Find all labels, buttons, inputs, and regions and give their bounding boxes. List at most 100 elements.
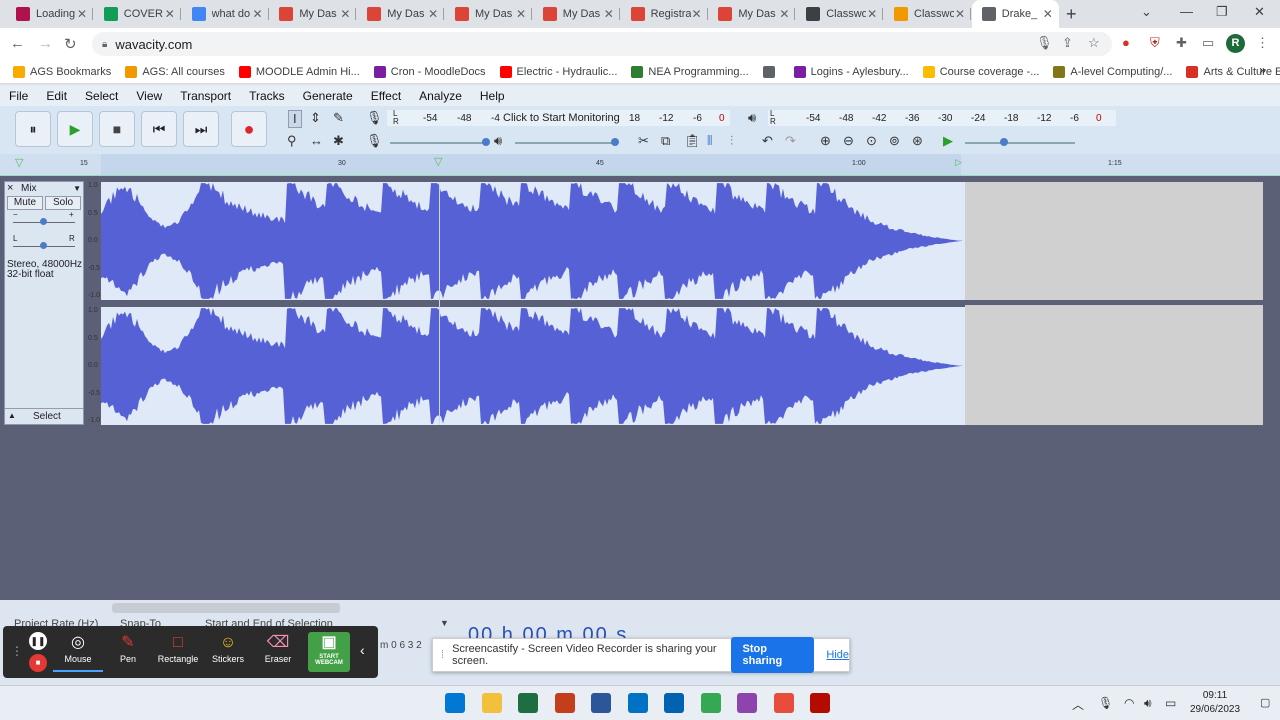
skip-to-end-button[interactable]: ⏭ bbox=[183, 111, 219, 147]
menu-select[interactable]: Select bbox=[76, 89, 127, 103]
recording-volume-slider[interactable] bbox=[390, 142, 485, 144]
stop-recording-icon[interactable]: ■ bbox=[29, 654, 47, 672]
extension-shield-icon[interactable]: ⛨ bbox=[1150, 35, 1160, 51]
silence-icon[interactable]: ⫶ bbox=[730, 133, 733, 149]
menu-generate[interactable]: Generate bbox=[294, 89, 362, 103]
share-icon[interactable]: ⇪ bbox=[1062, 35, 1073, 51]
track-name[interactable]: Mix bbox=[21, 183, 37, 194]
microphone-tray-icon[interactable]: 🎙︎ bbox=[1098, 696, 1113, 710]
close-tab-icon[interactable]: ✕ bbox=[867, 7, 877, 21]
tab[interactable]: Classwo ✕ bbox=[884, 0, 971, 28]
draw-tool-icon[interactable]: ✎ bbox=[333, 110, 344, 126]
close-tab-icon[interactable]: ✕ bbox=[604, 7, 614, 21]
forward-icon[interactable]: → bbox=[38, 35, 53, 52]
tab[interactable]: Classwo ✕ bbox=[796, 0, 884, 28]
mute-button[interactable]: Mute bbox=[7, 196, 43, 210]
tab[interactable]: Loading ✕ bbox=[6, 0, 93, 28]
extensions-icon[interactable]: ✚ bbox=[1176, 35, 1187, 51]
select-track-button[interactable]: ▲ Select bbox=[5, 408, 83, 424]
bookmarks-more-icon[interactable]: » bbox=[1259, 63, 1266, 77]
bookmark-item[interactable]: AGS Bookmarks bbox=[6, 65, 118, 78]
extension-red-icon[interactable]: ● bbox=[1122, 35, 1130, 50]
playhead-marker-icon[interactable]: ▽ bbox=[434, 155, 442, 168]
menu-tracks[interactable]: Tracks bbox=[240, 89, 294, 103]
microphone-icon[interactable]: 🎙︎ bbox=[1036, 35, 1053, 51]
rectangle-tool[interactable]: □ Rectangle bbox=[153, 632, 203, 672]
menu-edit[interactable]: Edit bbox=[37, 89, 76, 103]
maximize-icon[interactable]: ❐ bbox=[1216, 4, 1228, 20]
close-tab-icon[interactable]: ✕ bbox=[692, 7, 702, 21]
paste-icon[interactable]: 📋︎ bbox=[684, 133, 701, 149]
mail-icon[interactable] bbox=[664, 693, 684, 713]
battery-icon[interactable]: ▭ bbox=[1165, 696, 1176, 710]
stop-sharing-button[interactable]: Stop sharing bbox=[730, 637, 815, 673]
play-meter[interactable]: LR -54 -48 -42 -36 -30 -24 -18 -12 -6 0 bbox=[768, 110, 1116, 126]
menu-transport[interactable]: Transport bbox=[171, 89, 240, 103]
envelope-tool-icon[interactable]: ⇕ bbox=[310, 110, 321, 126]
menu-file[interactable]: File bbox=[0, 89, 37, 103]
outlook-icon[interactable] bbox=[627, 693, 648, 713]
close-tab-icon[interactable]: ✕ bbox=[1043, 7, 1053, 21]
zoom-tool-icon[interactable]: ⚲ bbox=[287, 133, 297, 149]
acrobat-icon[interactable] bbox=[810, 693, 830, 713]
star-icon[interactable]: ☆ bbox=[1088, 35, 1100, 51]
address-bar[interactable]: 🔒︎ wavacity.com bbox=[92, 32, 1112, 56]
chrome-icon[interactable] bbox=[700, 693, 721, 713]
app-purple-icon[interactable] bbox=[737, 693, 757, 713]
close-tab-icon[interactable]: ✕ bbox=[516, 7, 526, 21]
collapse-track-icon[interactable]: ▲ bbox=[8, 411, 16, 420]
pinned-play-head-icon[interactable]: ▽ bbox=[15, 156, 23, 169]
wifi-icon[interactable]: ◠ bbox=[1124, 696, 1134, 710]
tab-search-icon[interactable]: ⌄ bbox=[1141, 4, 1152, 20]
tab[interactable]: My Das ✕ bbox=[708, 0, 796, 28]
gain-knob[interactable] bbox=[40, 218, 47, 225]
tab[interactable]: My Das ✕ bbox=[269, 0, 357, 28]
record-meter[interactable]: LR -54 -48 -4 Click to Start Monitoring … bbox=[387, 110, 730, 126]
pan-knob[interactable] bbox=[40, 242, 47, 249]
empty-track-region[interactable] bbox=[965, 182, 1263, 425]
play-speed-slider[interactable] bbox=[965, 142, 1075, 144]
reload-icon[interactable]: ↻ bbox=[64, 35, 77, 53]
system-clock[interactable]: 09:11 29/06/2023 bbox=[1190, 689, 1240, 717]
bookmark-item[interactable]: NEA Programming... bbox=[624, 65, 755, 78]
bookmark-item[interactable] bbox=[756, 65, 787, 78]
redo-icon[interactable]: ↷ bbox=[785, 133, 796, 149]
record-meter-microphone-icon[interactable]: 🎙︎ bbox=[366, 110, 383, 126]
selection-end-marker[interactable]: ▷ bbox=[955, 157, 962, 168]
menu-effect[interactable]: Effect bbox=[362, 89, 410, 103]
drag-handle-icon[interactable]: ⋮ bbox=[11, 644, 23, 658]
playback-volume-slider[interactable] bbox=[515, 142, 615, 144]
pause-recording-icon[interactable]: ❚❚ bbox=[29, 632, 47, 650]
undo-icon[interactable]: ↶ bbox=[762, 133, 773, 149]
bookmark-item[interactable]: Course coverage -... bbox=[916, 65, 1047, 78]
eraser-tool[interactable]: ⌫ Eraser bbox=[253, 632, 303, 672]
fit-selection-icon[interactable]: ⊙ bbox=[866, 133, 877, 149]
show-hidden-icons-icon[interactable]: ︿ bbox=[1072, 696, 1084, 713]
mouse-tool[interactable]: ◎ Mouse bbox=[53, 632, 103, 672]
tab[interactable]: My Das ✕ bbox=[533, 0, 620, 28]
tab[interactable]: My Das ✕ bbox=[357, 0, 445, 28]
new-tab-button[interactable]: + bbox=[1066, 4, 1077, 25]
close-tab-icon[interactable]: ✕ bbox=[340, 7, 350, 21]
menu-analyze[interactable]: Analyze bbox=[410, 89, 471, 103]
bookmark-item[interactable]: Logins - Aylesbury... bbox=[787, 65, 916, 78]
stickers-tool[interactable]: ☺ Stickers bbox=[203, 632, 253, 672]
close-track-icon[interactable]: × bbox=[7, 182, 13, 194]
hide-button[interactable]: Hide bbox=[826, 649, 849, 661]
avatar[interactable]: R bbox=[1226, 34, 1245, 53]
close-tab-icon[interactable]: ✕ bbox=[428, 7, 438, 21]
playback-volume-knob[interactable] bbox=[611, 138, 619, 146]
kebab-menu-icon[interactable]: ⋮ bbox=[1256, 35, 1269, 51]
timeline-ruler[interactable]: ▽ 15 30 45 1:00 1:15 ▽ ▷ bbox=[0, 154, 1280, 176]
close-tab-icon[interactable]: ✕ bbox=[779, 7, 789, 21]
menu-view[interactable]: View bbox=[127, 89, 171, 103]
copy-icon[interactable]: ⧉ bbox=[661, 133, 670, 149]
start-webcam-button[interactable]: ▣ START WEBCAM bbox=[308, 632, 350, 672]
zoom-out-icon[interactable]: ⊖ bbox=[843, 133, 854, 149]
sidebar-icon[interactable]: ▭ bbox=[1202, 35, 1214, 51]
close-tab-icon[interactable]: ✕ bbox=[165, 7, 175, 21]
word-icon[interactable] bbox=[591, 693, 611, 713]
project-rate-value[interactable]: m 0 6 3 2 bbox=[380, 640, 422, 651]
pause-button[interactable]: ⏸ bbox=[15, 111, 51, 147]
recording-volume-knob[interactable] bbox=[482, 138, 490, 146]
